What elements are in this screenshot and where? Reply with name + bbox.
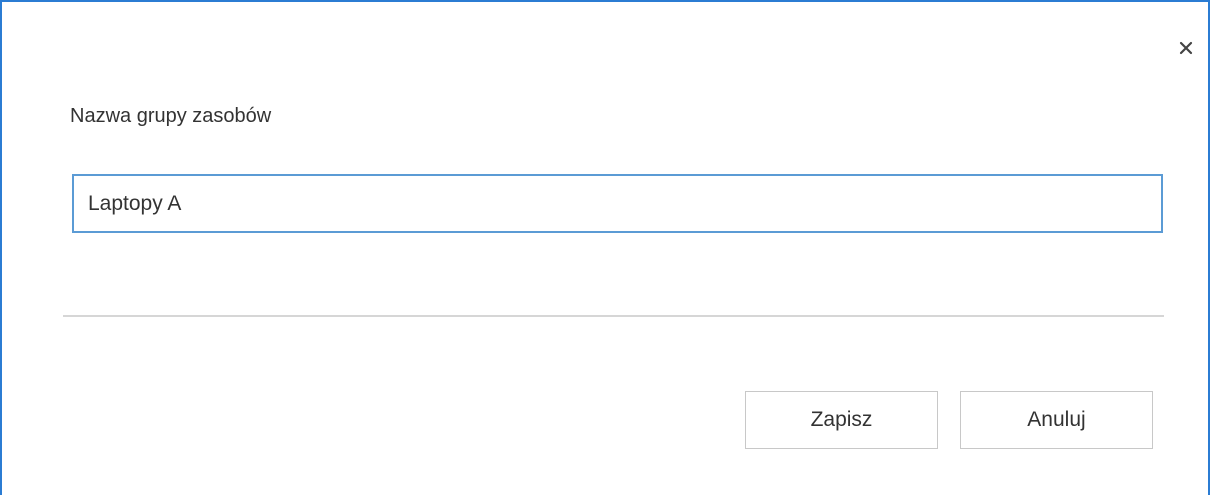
save-button[interactable]: Zapisz	[745, 391, 938, 449]
cancel-button[interactable]: Anuluj	[960, 391, 1153, 449]
resource-group-dialog: Nazwa grupy zasobów Zapisz Anuluj	[0, 0, 1210, 495]
close-icon	[1179, 41, 1193, 55]
divider	[63, 315, 1164, 317]
close-button[interactable]	[1174, 36, 1198, 60]
resource-group-name-input[interactable]	[72, 174, 1163, 233]
resource-group-name-label: Nazwa grupy zasobów	[70, 105, 272, 127]
